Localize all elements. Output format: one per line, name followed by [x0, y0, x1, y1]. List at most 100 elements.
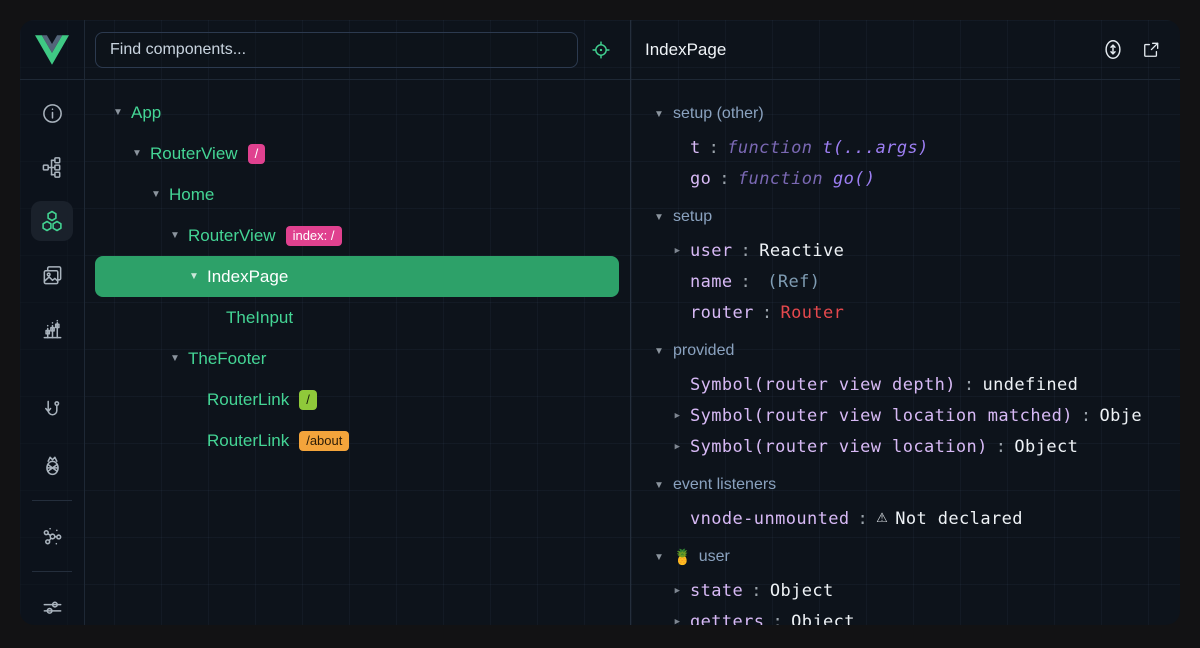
state-value: Reactive [759, 241, 844, 261]
section-label: provided [673, 342, 734, 360]
chevron-right-icon[interactable]: ▶ [672, 246, 683, 256]
component-name: IndexPage [207, 267, 288, 287]
open-in-editor-icon[interactable] [1138, 37, 1164, 63]
state-row[interactable]: ▶ name : (Ref) [653, 266, 1180, 297]
sidebar-divider [32, 571, 72, 572]
state-inspector: IndexPage ▼ [631, 20, 1180, 625]
chevron-down-icon: ▼ [653, 109, 665, 120]
chevron-right-icon[interactable]: ▶ [672, 442, 683, 452]
settings-icon[interactable] [31, 587, 73, 625]
components-icon[interactable] [31, 201, 73, 241]
state-row[interactable]: ▶ state : Object [653, 575, 1180, 606]
tree-row-home[interactable]: ▼ Home [95, 174, 619, 215]
component-name: RouterLink [207, 390, 289, 410]
component-name: TheFooter [188, 349, 266, 369]
pages-tree-icon[interactable] [31, 147, 73, 187]
chevron-down-icon[interactable]: ▼ [169, 353, 181, 364]
assets-icon[interactable] [31, 255, 73, 295]
state-value: Router [780, 303, 844, 323]
chevron-down-icon[interactable]: ▼ [131, 148, 143, 159]
state-row[interactable]: ▶ t : function t(...args) [653, 132, 1180, 163]
fn-keyword: function [738, 169, 823, 189]
state-key: Symbol(router view depth) [690, 375, 956, 395]
state-key: t [690, 138, 701, 158]
search-input[interactable] [95, 32, 578, 68]
separator: : [719, 169, 730, 189]
state-row[interactable]: ▶ vnode-unmounted : ⚠ Not declared [653, 503, 1180, 534]
sidebar-icon-list [20, 80, 84, 625]
state-key: getters [690, 612, 764, 626]
select-component-icon[interactable] [584, 33, 618, 67]
component-tree: ▼ App ▼ RouterView / ▼ Home ▼ RouterView… [85, 80, 630, 461]
tree-row-routerlink-home[interactable]: ▼ RouterLink / [95, 379, 619, 420]
state-key: vnode-unmounted [690, 509, 850, 529]
chevron-down-icon: ▼ [653, 552, 665, 563]
separator: : [772, 612, 783, 626]
component-name: Home [169, 185, 214, 205]
tree-row-indexpage-selected[interactable]: ▼ IndexPage [95, 256, 619, 297]
sidebar [20, 20, 85, 625]
sidebar-divider [32, 500, 72, 501]
chevron-down-icon[interactable]: ▼ [188, 271, 200, 282]
expand-collapse-icon[interactable] [1100, 37, 1126, 63]
separator: : [964, 375, 975, 395]
section-header[interactable]: ▼ setup (other) [653, 96, 1180, 132]
section-header[interactable]: ▼ provided [653, 333, 1180, 369]
chevron-down-icon: ▼ [653, 212, 665, 223]
inspector-body: ▼ setup (other) ▶ t : function t(...args… [631, 80, 1180, 625]
chevron-right-icon[interactable]: ▶ [672, 617, 683, 626]
section-label: setup (other) [673, 105, 764, 123]
separator: : [741, 272, 752, 292]
state-row[interactable]: ▶ Symbol(router view location matched) :… [653, 400, 1180, 431]
tree-row-routerview[interactable]: ▼ RouterView / [95, 133, 619, 174]
chevron-down-icon[interactable]: ▼ [112, 107, 124, 118]
state-row[interactable]: ▶ Symbol(router view location) : Object [653, 431, 1180, 462]
section-label: user [699, 548, 730, 566]
tree-row-routerview-index[interactable]: ▼ RouterView index: / [95, 215, 619, 256]
separator: : [762, 303, 773, 323]
section-setup: ▼ setup ▶ user : Reactive ▶ name : (Ref)… [653, 199, 1180, 328]
state-key: router [690, 303, 754, 323]
state-row[interactable]: ▶ user : Reactive [653, 235, 1180, 266]
chevron-down-icon: ▼ [653, 480, 665, 491]
graph-icon[interactable] [31, 516, 73, 556]
separator: : [1081, 406, 1092, 426]
chevron-right-icon[interactable]: ▶ [672, 411, 683, 421]
separator: : [709, 138, 720, 158]
inspector-header: IndexPage [631, 20, 1180, 80]
info-icon[interactable] [31, 93, 73, 133]
chevron-down-icon[interactable]: ▼ [150, 189, 162, 200]
state-row[interactable]: ▶ go : function go() [653, 163, 1180, 194]
state-value: Not declared [895, 509, 1023, 529]
state-row[interactable]: ▶ Symbol(router view depth) : undefined [653, 369, 1180, 400]
tree-row-thefooter[interactable]: ▼ TheFooter [95, 338, 619, 379]
section-label: event listeners [673, 476, 776, 494]
state-key: Symbol(router view location matched) [690, 406, 1073, 426]
chevron-right-icon[interactable]: ▶ [672, 586, 683, 596]
component-name: RouterLink [207, 431, 289, 451]
state-key: state [690, 581, 743, 601]
section-header[interactable]: ▼ 🍍 user [653, 539, 1180, 575]
state-row[interactable]: ▶ router : Router [653, 297, 1180, 328]
state-key: Symbol(router view location) [690, 437, 988, 457]
route-badge: / [299, 390, 317, 410]
fn-keyword: function [727, 138, 812, 158]
state-row[interactable]: ▶ getters : Object [653, 606, 1180, 625]
route-badge: /about [299, 431, 349, 451]
timeline-icon[interactable] [31, 309, 73, 349]
section-event-listeners: ▼ event listeners ▶ vnode-unmounted : ⚠ … [653, 467, 1180, 534]
section-header[interactable]: ▼ setup [653, 199, 1180, 235]
tree-row-theinput[interactable]: ▼ TheInput [95, 297, 619, 338]
router-icon[interactable] [31, 389, 73, 429]
pinia-icon[interactable] [31, 445, 73, 485]
state-value: Obje [1100, 406, 1143, 426]
inspector-title: IndexPage [645, 40, 1088, 60]
section-header[interactable]: ▼ event listeners [653, 467, 1180, 503]
state-value: Object [791, 612, 855, 626]
vue-logo [20, 20, 84, 80]
separator: : [751, 581, 762, 601]
tree-row-app[interactable]: ▼ App [95, 92, 619, 133]
tree-row-routerlink-about[interactable]: ▼ RouterLink /about [95, 420, 619, 461]
component-name: RouterView [188, 226, 276, 246]
chevron-down-icon[interactable]: ▼ [169, 230, 181, 241]
